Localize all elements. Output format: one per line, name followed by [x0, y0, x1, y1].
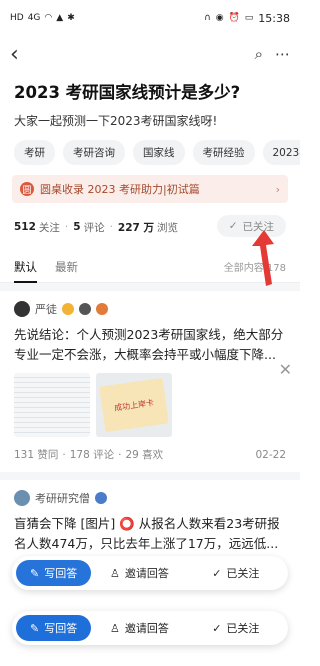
- answer-images: 成功上岸卡: [14, 373, 286, 437]
- write-answer-button[interactable]: ✎ 写回答: [16, 560, 92, 586]
- card-note: 成功上岸卡: [99, 377, 169, 433]
- headphones-icon: ∩: [204, 13, 211, 23]
- author-name[interactable]: 严徒: [35, 301, 57, 317]
- write-answer-label: 写回答: [44, 622, 78, 635]
- separator: ·: [118, 448, 122, 461]
- navigation-icon: ▲: [56, 13, 64, 23]
- comment-count: 178 评论: [69, 449, 115, 461]
- more-dots-icon[interactable]: ⋯: [275, 45, 290, 63]
- avatar[interactable]: [14, 490, 30, 506]
- signal-hd-icon: HD: [10, 13, 24, 23]
- answer-author[interactable]: 严徒: [14, 301, 286, 317]
- followed-label: 已关注: [226, 567, 260, 580]
- answer-action-bar: ✎ 写回答 ♙ 邀请回答 ✓ 已关注: [12, 611, 288, 645]
- tag-item[interactable]: 国家线: [133, 140, 185, 165]
- question-title: 2023 考研国家线预计是多少?: [14, 83, 241, 102]
- roundtable-banner[interactable]: 圆 圆桌收录 2023 考研助力|初试篇 ›: [12, 175, 288, 203]
- followed-button[interactable]: ✓ 已关注: [188, 565, 284, 581]
- upvote-count: 131 赞同: [14, 449, 59, 461]
- answer-card[interactable]: 严徒 先说结论：个人预测2023考研国家线，绝大部分专业一定不会涨，大概率会持平…: [0, 291, 300, 480]
- alarm-icon: ⏰: [228, 13, 240, 23]
- tag-item[interactable]: 考研: [14, 140, 55, 165]
- back-arrow-icon[interactable]: ‹: [10, 42, 36, 67]
- status-time: 15:38: [258, 11, 290, 25]
- answer-action-bar: ✎ 写回答 ♙ 邀请回答 ✓ 已关注: [12, 556, 288, 590]
- tag-list: 考研 考研咨询 国家线 考研经验 2023考研: [0, 130, 300, 165]
- write-answer-label: 写回答: [44, 567, 78, 580]
- tag-item[interactable]: 考研咨询: [63, 140, 125, 165]
- callout-arrow: [252, 230, 274, 286]
- nav-bar: ‹ ⌕ ⋯: [0, 36, 300, 72]
- followed-label: 已关注: [226, 622, 260, 635]
- check-icon: ✓: [228, 220, 238, 232]
- chevron-right-icon: ›: [275, 182, 280, 196]
- followed-button[interactable]: ✓ 已关注: [188, 620, 284, 636]
- check-icon: ✓: [212, 621, 222, 635]
- roundtable-seal-icon: 圆: [20, 182, 34, 196]
- invite-label: 邀请回答: [124, 622, 169, 635]
- side-expand-icon[interactable]: ✕: [279, 360, 292, 379]
- answer-card[interactable]: 考研研究僧 盲猜会下降 [图片] ⭕ 从报名人数来看23考研报名人数474万，只…: [0, 480, 300, 564]
- tag-item[interactable]: 2023考研: [262, 140, 300, 165]
- followers-count: 512: [14, 221, 36, 233]
- invite-answer-button[interactable]: ♙ 邀请回答: [91, 565, 187, 581]
- banner-text: 圆桌收录 2023 考研助力|初试篇: [40, 183, 200, 196]
- bluetooth-icon: ✱: [67, 13, 75, 23]
- answer-excerpt[interactable]: 先说结论：个人预测2023考研国家线，绝大部分专业一定不会涨，大概率会持平或小幅…: [14, 325, 286, 365]
- card-image[interactable]: 成功上岸卡: [96, 373, 172, 437]
- comments-count: 5: [73, 221, 81, 233]
- separator: ·: [62, 448, 66, 461]
- views-label: 浏览: [157, 221, 178, 234]
- separator: ·: [64, 221, 69, 233]
- eye-icon: ◉: [215, 13, 224, 23]
- author-name[interactable]: 考研研究僧: [35, 490, 90, 506]
- comments-label: 评论: [83, 221, 105, 234]
- answer-excerpt[interactable]: 盲猜会下降 [图片] ⭕ 从报名人数来看23考研报名人数474万，只比去年上涨了…: [14, 514, 286, 554]
- wifi-icon: ◠: [44, 13, 53, 23]
- search-icon[interactable]: ⌕: [255, 45, 263, 63]
- spreadsheet-image[interactable]: [14, 373, 90, 437]
- person-icon: ♙: [109, 566, 120, 580]
- tab-default[interactable]: 默认: [14, 251, 37, 283]
- edit-icon: ✎: [30, 566, 40, 580]
- check-icon: ✓: [212, 566, 222, 580]
- signal-4g-icon: 4G: [27, 13, 41, 23]
- badge-icon: [79, 303, 91, 315]
- views-count: 227 万: [117, 221, 154, 234]
- nav-actions: ⌕ ⋯: [255, 45, 290, 63]
- invite-answer-button[interactable]: ♙ 邀请回答: [91, 620, 187, 636]
- avatar[interactable]: [14, 301, 30, 317]
- question-subtitle: 大家一起预测一下2023考研国家线呀!: [14, 114, 218, 128]
- answer-date: 02-22: [255, 448, 286, 461]
- invite-label: 邀请回答: [124, 567, 169, 580]
- answer-meta: 131 赞同 · 178 评论 · 29 喜欢 02-22: [14, 447, 286, 462]
- status-right: ∩ ◉ ⏰ ▭ 15:38: [204, 12, 290, 25]
- badge-icon: [95, 492, 107, 504]
- write-answer-button[interactable]: ✎ 写回答: [16, 615, 92, 641]
- badge-icon: [96, 303, 108, 315]
- tag-item[interactable]: 考研经验: [192, 140, 255, 165]
- battery-icon: ▭: [244, 13, 254, 23]
- status-bar: HD 4G ◠ ▲ ✱ ∩ ◉ ⏰ ▭ 15:38: [0, 0, 300, 36]
- followers-label: 关注: [38, 221, 60, 234]
- status-left: HD 4G ◠ ▲ ✱: [10, 13, 75, 23]
- tab-latest[interactable]: 最新: [55, 251, 78, 283]
- like-count: 29 喜欢: [125, 449, 164, 461]
- person-icon: ♙: [109, 621, 120, 635]
- separator: ·: [109, 221, 113, 233]
- badge-icon: [62, 303, 74, 315]
- answer-author[interactable]: 考研研究僧: [14, 490, 286, 506]
- edit-icon: ✎: [30, 621, 40, 635]
